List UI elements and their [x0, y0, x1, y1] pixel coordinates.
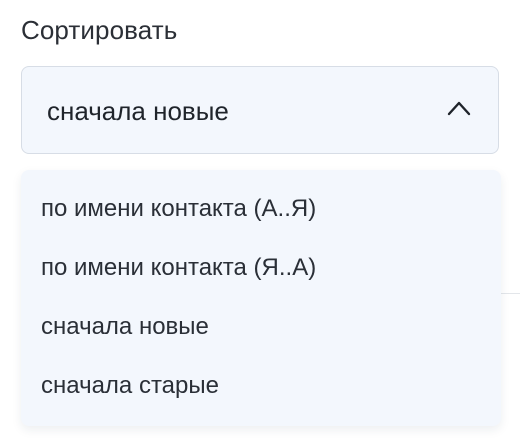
option-name-desc[interactable]: по имени контакта (Я..А)	[41, 253, 316, 283]
sort-options-list: по имени контакта (А..Я) по имени контак…	[21, 170, 501, 426]
sort-select[interactable]: сначала новые	[21, 66, 499, 154]
sort-label: Сортировать	[21, 15, 178, 45]
chevron-up-icon[interactable]	[447, 100, 471, 116]
sort-panel: Сортировать сначала новые по имени конта…	[0, 0, 520, 444]
option-oldest-first[interactable]: сначала старые	[41, 371, 219, 401]
option-name-asc[interactable]: по имени контакта (А..Я)	[41, 194, 316, 224]
sort-selected-value: сначала новые	[47, 96, 229, 126]
option-newest-first[interactable]: сначала новые	[41, 312, 209, 342]
